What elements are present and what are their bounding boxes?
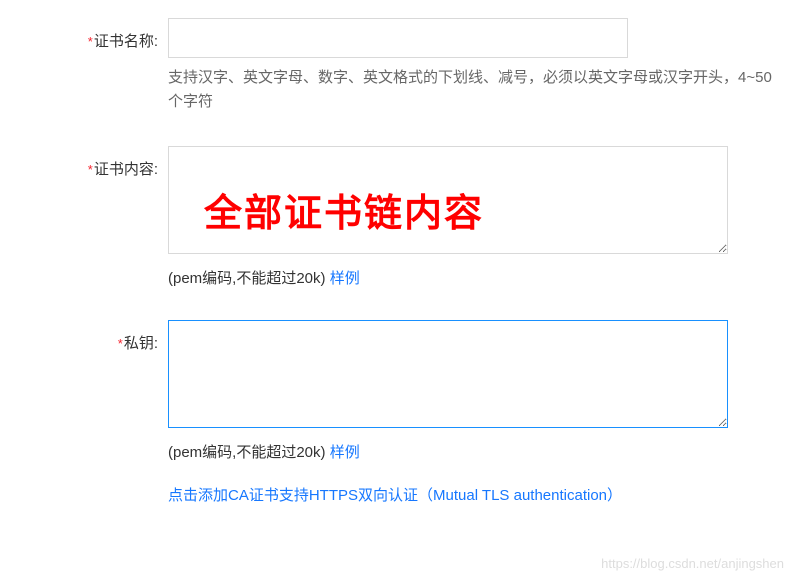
cert-content-wrap: 全部证书链内容: [168, 146, 728, 257]
input-col-private-key: (pem编码,不能超过20k) 样例 点击添加CA证书支持HTTPS双向认证（M…: [168, 320, 796, 505]
cert-content-textarea[interactable]: [168, 146, 728, 254]
required-asterisk: *: [118, 336, 123, 351]
private-key-label-text: 私钥:: [124, 335, 158, 352]
label-cert-name: *证书名称:: [0, 18, 168, 51]
input-col-cert-name: 支持汉字、英文字母、数字、英文格式的下划线、减号，必须以英文字母或汉字开头，4~…: [168, 18, 796, 114]
cert-name-hint: 支持汉字、英文字母、数字、英文格式的下划线、减号，必须以英文字母或汉字开头，4~…: [168, 66, 776, 114]
row-private-key: *私钥: (pem编码,不能超过20k) 样例 点击添加CA证书支持HTTPS双…: [0, 320, 796, 505]
cert-name-label-text: 证书名称:: [94, 33, 158, 50]
label-private-key: *私钥:: [0, 320, 168, 353]
label-cert-content: *证书内容:: [0, 146, 168, 179]
cert-name-input[interactable]: [168, 18, 628, 58]
row-cert-name: *证书名称: 支持汉字、英文字母、数字、英文格式的下划线、减号，必须以英文字母或…: [0, 18, 796, 114]
cert-content-label-text: 证书内容:: [94, 161, 158, 178]
private-key-textarea[interactable]: [168, 320, 728, 428]
private-key-hint-prefix: (pem编码,不能超过20k): [168, 444, 330, 461]
cert-content-hint-row: (pem编码,不能超过20k) 样例: [168, 267, 776, 288]
cert-content-hint-prefix: (pem编码,不能超过20k): [168, 270, 330, 287]
private-key-sample-link[interactable]: 样例: [330, 444, 360, 461]
required-asterisk: *: [88, 162, 93, 177]
watermark-text: https://blog.csdn.net/anjingshen: [601, 556, 784, 571]
cert-content-sample-link[interactable]: 样例: [330, 270, 360, 287]
required-asterisk: *: [88, 34, 93, 49]
row-cert-content: *证书内容: 全部证书链内容 (pem编码,不能超过20k) 样例: [0, 146, 796, 288]
input-col-cert-content: 全部证书链内容 (pem编码,不能超过20k) 样例: [168, 146, 796, 288]
private-key-hint-row: (pem编码,不能超过20k) 样例: [168, 441, 776, 462]
add-ca-cert-link[interactable]: 点击添加CA证书支持HTTPS双向认证（Mutual TLS authentic…: [168, 484, 776, 505]
